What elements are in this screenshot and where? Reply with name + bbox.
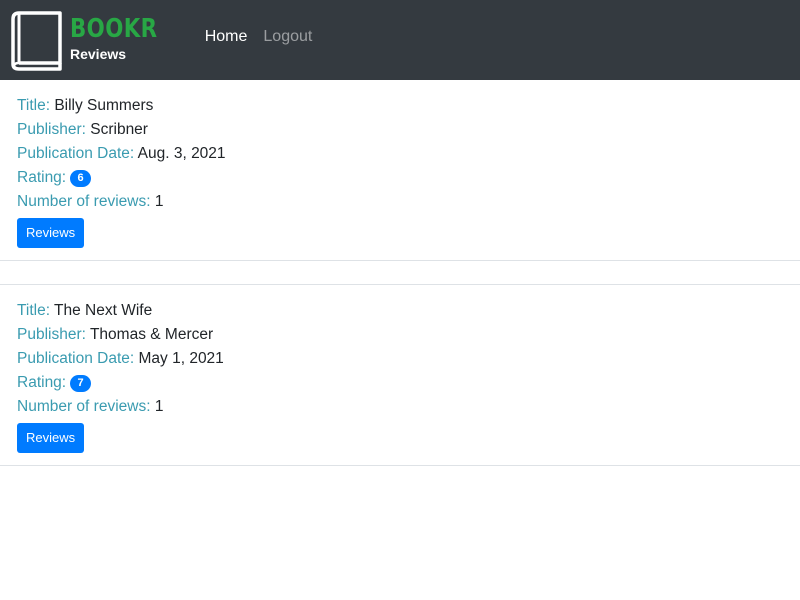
nav-link-home[interactable]: Home	[205, 28, 248, 46]
brand-title: BOOKR	[70, 13, 158, 44]
publication-date-label: Publication Date:	[17, 145, 135, 162]
navbar: BOOKR Reviews Home Logout	[0, 0, 800, 80]
book-reviews-count-row: Number of reviews: 1	[17, 395, 783, 419]
book-date-row: Publication Date: May 1, 2021	[17, 347, 783, 371]
rating-badge: 6	[70, 170, 91, 187]
rating-label: Rating:	[17, 374, 67, 391]
book-card: Title: The Next Wife Publisher: Thomas &…	[0, 285, 800, 466]
nav-link-logout[interactable]: Logout	[263, 28, 312, 46]
brand-logo[interactable]: BOOKR Reviews	[11, 0, 177, 80]
book-publisher: Thomas & Mercer	[89, 326, 214, 343]
reviews-button[interactable]: Reviews	[17, 218, 85, 248]
book-title-row: Title: The Next Wife	[17, 299, 783, 323]
publication-date-label: Publication Date:	[17, 350, 135, 367]
num-reviews-label: Number of reviews:	[17, 398, 151, 415]
book-publication-date: May 1, 2021	[138, 350, 224, 367]
book-rating-row: Rating: 6	[17, 166, 783, 190]
rating-label: Rating:	[17, 169, 67, 186]
rating-badge: 7	[70, 375, 91, 392]
book-date-row: Publication Date: Aug. 3, 2021	[17, 142, 783, 166]
book-card: Title: Billy Summers Publisher: Scribner…	[0, 80, 800, 261]
book-num-reviews: 1	[154, 193, 164, 210]
reviews-button[interactable]: Reviews	[17, 423, 85, 453]
nav-links: Home Logout	[205, 28, 329, 46]
brand-subtitle: Reviews	[70, 45, 127, 62]
num-reviews-label: Number of reviews:	[17, 193, 151, 210]
book-title-row: Title: Billy Summers	[17, 94, 783, 118]
book-title: The Next Wife	[54, 302, 153, 319]
title-label: Title:	[17, 97, 51, 114]
publisher-label: Publisher:	[17, 121, 86, 138]
book-title: Billy Summers	[54, 97, 154, 114]
publisher-label: Publisher:	[17, 326, 86, 343]
book-publisher-row: Publisher: Thomas & Mercer	[17, 323, 783, 347]
book-publisher-row: Publisher: Scribner	[17, 118, 783, 142]
book-num-reviews: 1	[154, 398, 164, 415]
book-publisher: Scribner	[90, 121, 148, 138]
book-icon	[11, 11, 62, 71]
title-label: Title:	[17, 302, 51, 319]
book-reviews-count-row: Number of reviews: 1	[17, 190, 783, 214]
book-rating-row: Rating: 7	[17, 371, 783, 395]
book-publication-date: Aug. 3, 2021	[137, 145, 226, 162]
card-divider	[0, 261, 800, 285]
